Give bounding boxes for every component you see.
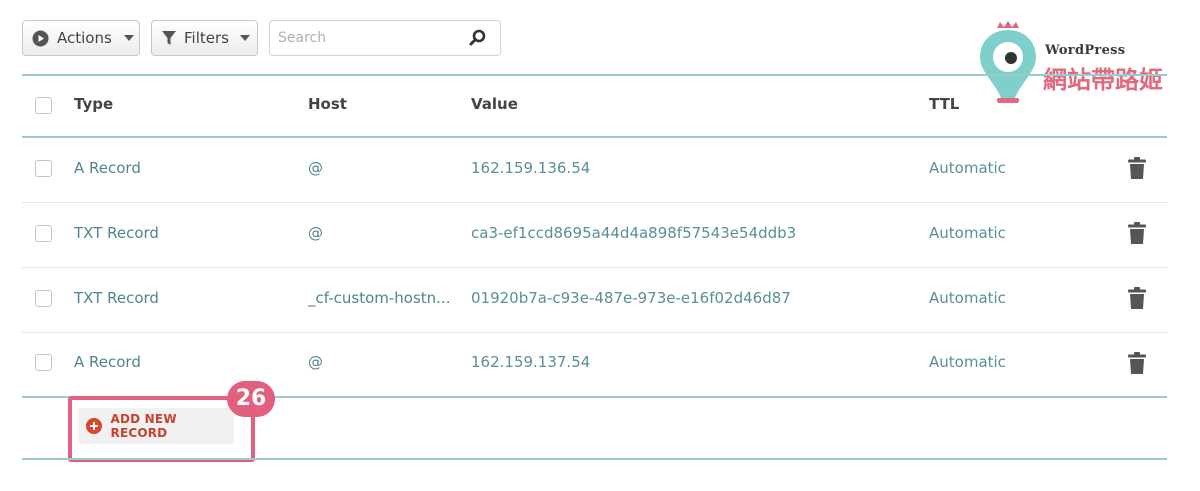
highlight-box (68, 396, 255, 462)
play-circle-icon (32, 30, 49, 46)
row-divider (22, 267, 1167, 268)
actions-dropdown[interactable]: Actions (22, 20, 140, 56)
chevron-down-icon (239, 35, 250, 41)
search-box (269, 20, 501, 56)
record-value: 162.159.137.54 (471, 353, 591, 371)
filter-icon (162, 31, 176, 45)
record-ttl: Automatic (929, 353, 1006, 371)
filters-label: Filters (184, 29, 229, 47)
record-host: @ (308, 353, 323, 371)
header-bottom-border (22, 136, 1167, 138)
step-badge: 26 (227, 381, 275, 417)
column-header-value: Value (471, 95, 518, 113)
record-type: A Record (74, 353, 141, 371)
search-input[interactable] (278, 21, 458, 55)
record-ttl: Automatic (929, 289, 1006, 307)
record-host: @ (308, 224, 323, 242)
brand-bottom-text: 網站帶路姬 (1043, 66, 1163, 94)
row-checkbox[interactable] (35, 160, 52, 177)
footer-border (22, 458, 1167, 460)
row-checkbox[interactable] (35, 290, 52, 307)
record-type: TXT Record (74, 224, 159, 242)
actions-label: Actions (57, 29, 112, 47)
column-header-type: Type (74, 95, 114, 113)
record-host: @ (308, 159, 323, 177)
record-ttl: Automatic (929, 159, 1006, 177)
record-type: A Record (74, 159, 141, 177)
row-checkbox[interactable] (35, 225, 52, 242)
trash-icon[interactable] (1128, 157, 1146, 179)
record-value: 01920b7a-c93e-487e-973e-e16f02d46d87 (471, 289, 791, 307)
column-header-host: Host (308, 95, 347, 113)
location-pin-icon (980, 21, 1036, 103)
table-top-border (22, 74, 1167, 76)
row-divider (22, 332, 1167, 333)
record-type: TXT Record (74, 289, 159, 307)
search-icon[interactable] (469, 29, 487, 47)
trash-icon[interactable] (1128, 222, 1146, 244)
row-checkbox[interactable] (35, 354, 52, 371)
filters-dropdown[interactable]: Filters (151, 20, 258, 56)
select-all-checkbox[interactable] (35, 97, 52, 114)
chevron-down-icon (123, 35, 134, 41)
trash-icon[interactable] (1128, 287, 1146, 309)
record-host: _cf-custom-hostn... (308, 289, 451, 307)
record-value: ca3-ef1ccd8695a44d4a898f57543e54ddb3 (471, 224, 797, 242)
record-value: 162.159.136.54 (471, 159, 591, 177)
record-ttl: Automatic (929, 224, 1006, 242)
brand-top-text: WordPress (1045, 43, 1126, 58)
trash-icon[interactable] (1128, 352, 1146, 374)
column-header-ttl: TTL (929, 95, 960, 113)
brand-logo: WordPress 網站帶路姬 (975, 20, 1175, 104)
row-divider (22, 202, 1167, 203)
